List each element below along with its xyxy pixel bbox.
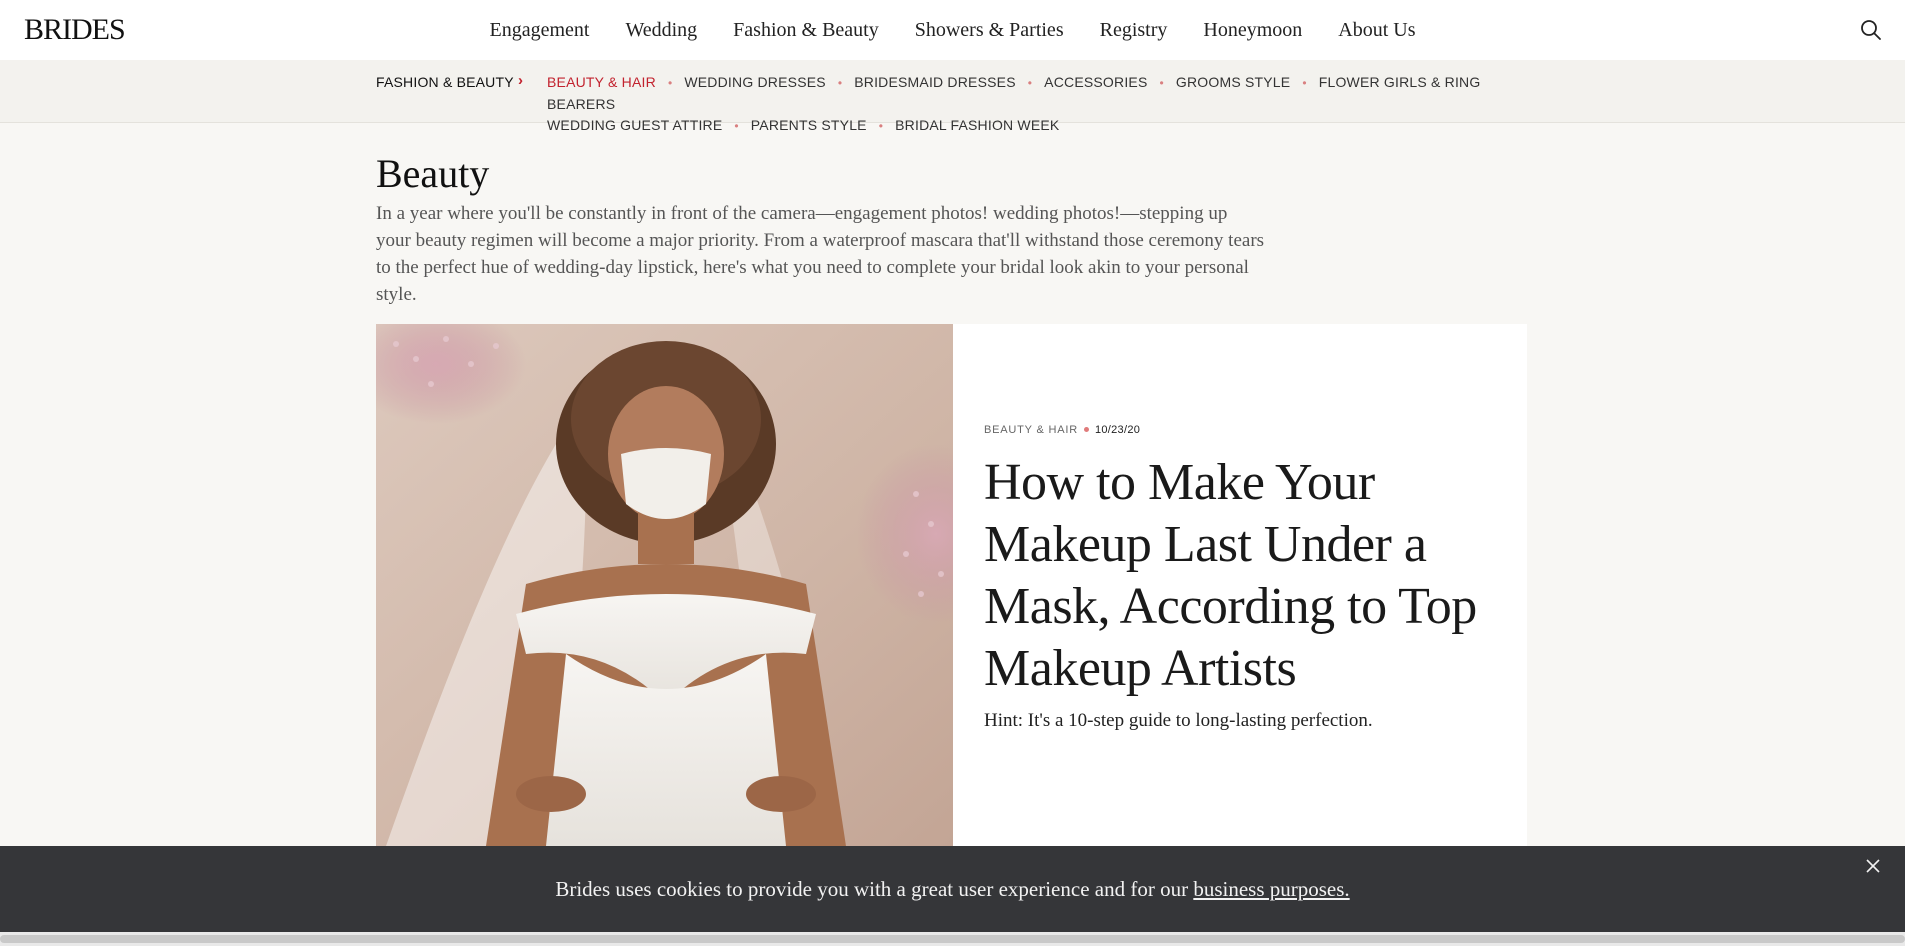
subnav-item-grooms-style[interactable]: GROOMS STYLE — [1176, 74, 1290, 90]
nav-fashion-beauty[interactable]: Fashion & Beauty — [733, 19, 879, 42]
article-headline[interactable]: How to Make Your Makeup Last Under a Mas… — [984, 452, 1504, 700]
article-dek: Hint: It's a 10-step guide to long-lasti… — [984, 710, 1373, 731]
cookie-close-button[interactable] — [1863, 856, 1883, 876]
nav-showers-parties[interactable]: Showers & Parties — [915, 19, 1064, 42]
search-button[interactable] — [1859, 18, 1883, 42]
site-header: BRIDES Engagement Wedding Fashion & Beau… — [0, 0, 1905, 60]
subnav-item-wedding-dresses[interactable]: WEDDING DRESSES — [684, 74, 825, 90]
separator-dot: • — [1302, 76, 1307, 90]
subnav-item-bridal-fashion-week[interactable]: BRIDAL FASHION WEEK — [895, 117, 1059, 133]
sub-nav: FASHION & BEAUTY › BEAUTY & HAIR • WEDDING… — [0, 60, 1905, 133]
scrollbar-thumb[interactable] — [0, 935, 1905, 943]
nav-about-us[interactable]: About Us — [1338, 19, 1415, 42]
separator-dot — [1083, 426, 1089, 432]
article-category[interactable]: BEAUTY & HAIR — [984, 424, 1078, 436]
subnav-item-accessories[interactable]: ACCESSORIES — [1044, 74, 1147, 90]
separator-dot: • — [878, 119, 884, 133]
subnav-item-bridesmaid-dresses[interactable]: BRIDESMAID DRESSES — [854, 74, 1016, 90]
cookie-banner: Brides uses cookies to provide you with … — [0, 846, 1905, 932]
page-description: In a year where you'll be constantly in … — [376, 203, 1265, 305]
nav-registry[interactable]: Registry — [1100, 19, 1168, 42]
separator-dot: • — [667, 76, 673, 90]
separator-dot: • — [1027, 76, 1033, 90]
cookie-text: Brides uses cookies to provide you with … — [555, 876, 1194, 901]
subnav-item-beauty-hair[interactable]: BEAUTY & HAIR — [547, 74, 656, 90]
close-icon — [1866, 859, 1880, 873]
search-icon — [1861, 20, 1881, 40]
main-nav: Engagement Wedding Fashion & Beauty Show… — [0, 0, 1905, 60]
business-purposes-link[interactable]: business purposes. — [1193, 877, 1349, 901]
article-date: 10/23/20 — [1094, 424, 1141, 436]
nav-wedding[interactable]: Wedding — [625, 19, 697, 42]
separator-dot: • — [837, 76, 843, 90]
subnav-item-parents-style[interactable]: PARENTS STYLE — [751, 117, 867, 133]
horizontal-scrollbar[interactable] — [0, 932, 1905, 946]
featured-article-text: BEAUTY & HAIR 10/23/20 How to Make Your M… — [984, 424, 1504, 732]
article-meta: BEAUTY & HAIR 10/23/20 — [984, 424, 1504, 436]
chevron-right-icon: › — [518, 72, 523, 89]
bride-photo-illustration — [376, 324, 953, 846]
nav-honeymoon[interactable]: Honeymoon — [1203, 19, 1302, 42]
subnav-list: BEAUTY & HAIR • WEDDING DRESSES • BRIDESMAID… — [547, 72, 1547, 137]
page-title: Beauty — [376, 151, 490, 196]
nav-engagement[interactable]: Engagement — [489, 19, 589, 42]
featured-article-image[interactable] — [376, 324, 953, 846]
subnav-item-wedding-guest-attire[interactable]: WEDDING GUEST ATTIRE — [547, 117, 722, 133]
subnav-row-2: WEDDING GUEST ATTIRE • PARENTS STYLE • BRIDA… — [547, 115, 1547, 137]
cookie-message: Brides uses cookies to provide you with … — [555, 877, 1349, 902]
featured-article-card[interactable]: BEAUTY & HAIR 10/23/20 How to Make Your M… — [376, 324, 1527, 846]
separator-dot: • — [1159, 76, 1164, 90]
subnav-parent-fashion-beauty[interactable]: FASHION & BEAUTY — [376, 74, 514, 90]
separator-dot: • — [734, 119, 739, 133]
